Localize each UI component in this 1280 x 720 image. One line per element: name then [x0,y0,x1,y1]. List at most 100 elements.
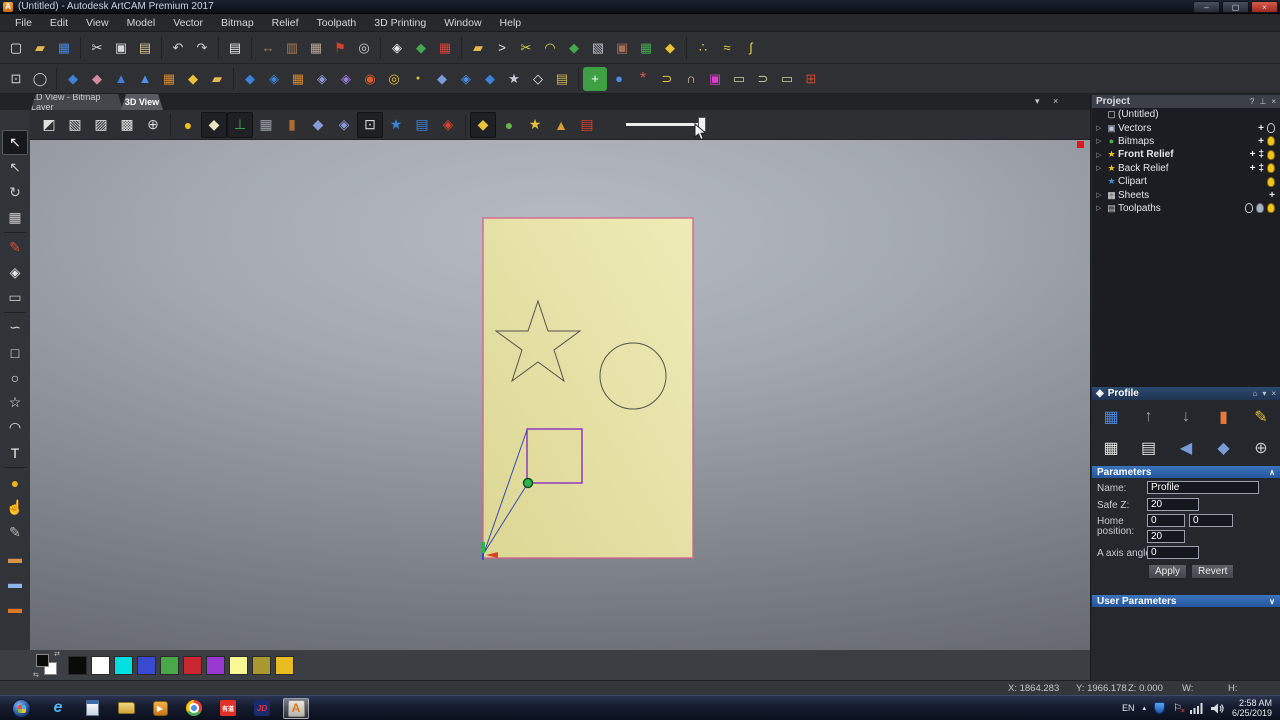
volume-icon[interactable] [1211,703,1224,714]
dot-relief-icon[interactable]: ◉ [358,67,382,91]
star-3d-icon[interactable]: ★ [383,112,409,138]
project-close-icon[interactable]: × [1271,97,1276,106]
expand-arrow-icon[interactable]: ▷ [1096,137,1105,145]
expand-arrow-icon[interactable]: ▷ [1096,191,1105,199]
tree-item-front-relief[interactable]: ▷★Front Relief+‡ [1092,148,1280,161]
youdao-icon[interactable]: 有道 [215,698,241,719]
action-center-flag-icon[interactable]: ⚐ × [1173,703,1182,714]
user-parameters-expand-icon[interactable]: ∨ [1269,597,1275,606]
menu-3d-printing[interactable]: 3D Printing [365,14,435,32]
chrome-icon[interactable] [181,698,207,719]
machine-icon[interactable]: ◆ [1210,435,1238,461]
undo-icon[interactable]: ↶ [166,36,190,60]
combine-vectors-icon[interactable]: ▭ [727,67,751,91]
network-icon[interactable] [1190,703,1203,714]
origin-y-marker[interactable] [482,553,484,560]
weave-icon[interactable]: ▦ [157,67,181,91]
redo-icon[interactable]: ↷ [190,36,214,60]
menu-bitmap[interactable]: Bitmap [212,14,263,32]
lamp-icon[interactable]: ⚑ [328,36,352,60]
transform-tool[interactable]: ↻ [2,180,28,205]
palette-swatch-2[interactable] [114,656,133,675]
profile-collapse-icon[interactable]: ▾ [1262,389,1266,398]
rotate-view-icon[interactable]: ◯ [28,67,52,91]
fold-relief-icon[interactable]: ◈ [454,67,478,91]
text-tool[interactable]: T [2,440,28,465]
save-icon[interactable]: ▦ [52,36,76,60]
measure-tool[interactable]: ▭ [2,285,28,310]
layers-3d-icon[interactable]: ▤ [409,112,435,138]
palette-swatch-0[interactable] [68,656,87,675]
palette-swatch-7[interactable] [229,656,248,675]
rectangle-tool[interactable]: □ [2,340,28,365]
star-search-icon[interactable]: ★ [522,112,548,138]
sculpt-drop-tool[interactable]: ● [2,470,28,495]
select-tool[interactable]: ↖ [2,130,28,155]
paste-icon[interactable]: ▤ [133,36,157,60]
jd-icon[interactable]: JD [249,698,275,719]
add-pair-icon[interactable]: ‡ [1258,163,1264,174]
tray-expand-icon[interactable]: ▴ [1142,704,1146,712]
cylinder-icon[interactable]: ▮ [279,112,305,138]
roller-tool[interactable]: ▬ [2,595,28,620]
palette-swatch-8[interactable] [252,656,271,675]
media-player-icon[interactable]: ▶ [147,698,173,719]
bulb-yellow-icon[interactable] [1267,136,1275,146]
copy-view-icon[interactable]: ⊡ [357,112,383,138]
add-item-icon[interactable]: + [1258,123,1264,134]
block-copy-icon[interactable]: ▦ [634,36,658,60]
color-swatch-icon[interactable]: ▦ [433,36,457,60]
tree-item-vectors[interactable]: ▷▣Vectors+ [1092,121,1280,134]
rotary-icon[interactable]: ◈ [331,112,357,138]
mirror-relief-icon[interactable]: ▥ [280,36,304,60]
ie-icon[interactable]: e [45,698,71,719]
dotted-wave-icon[interactable]: ≈ [715,36,739,60]
save-profile-icon[interactable]: ▦ [1097,404,1125,430]
texture-icon[interactable]: ▦ [286,67,310,91]
clip-shapes-icon[interactable]: ● [496,112,522,138]
tab-3d-view[interactable]: 3D View [121,94,163,110]
star-tool[interactable]: ☆ [2,390,28,415]
arrow-vector-icon[interactable]: > [490,36,514,60]
origin-z-marker[interactable] [481,542,485,553]
smooth-relief-icon[interactable]: ◆ [61,67,85,91]
bulb-yellow-icon[interactable] [1267,163,1275,173]
material-sheet[interactable] [483,218,693,558]
smudge-tool[interactable]: ☝ [2,495,28,520]
frame-icon[interactable]: ▣ [610,36,634,60]
node-point[interactable] [524,479,533,488]
artcam-icon[interactable]: A [283,698,309,719]
palette-swatch-6[interactable] [206,656,225,675]
puzzle-icon[interactable]: ▦ [253,112,279,138]
name-field[interactable] [1147,481,1259,494]
view-front-icon[interactable]: ▧ [62,112,88,138]
language-indicator[interactable]: EN [1122,703,1135,713]
snip-vector-icon[interactable]: ✂ [514,36,538,60]
expand-arrow-icon[interactable]: ▷ [1096,151,1105,159]
bulb-outline-icon[interactable] [1267,123,1275,133]
revert-button[interactable]: Revert [1191,564,1234,579]
hatch-star-icon[interactable]: * [631,67,655,91]
add-item-icon[interactable]: + [1250,149,1256,160]
add-item-icon[interactable]: + [1258,136,1264,147]
tab-collapse-icon[interactable]: ▾ [1035,96,1040,107]
fg-bg-color-selector[interactable]: ⇄ ⇆ [36,654,58,676]
round-rect-icon[interactable]: ▭ [775,67,799,91]
vector-book-icon[interactable]: ▧ [586,36,610,60]
star-ball-icon[interactable]: ★ [502,67,526,91]
home-x-field[interactable] [1147,514,1185,527]
safez-field[interactable] [1147,498,1199,511]
view-close-indicator[interactable] [1077,141,1084,148]
notes-profile-icon[interactable]: ▤ [1135,435,1163,461]
dome-layer-icon[interactable]: ◆ [181,67,205,91]
iso-view-icon[interactable]: ◩ [36,112,62,138]
draw-plane-icon[interactable]: ◆ [201,112,227,138]
user-parameters-header[interactable]: User Parameters ∨ [1092,595,1280,607]
home-z-field[interactable] [1147,530,1185,543]
minimize-button[interactable]: – [1193,1,1220,13]
trim-vectors-icon[interactable]: ⊃ [751,67,775,91]
wrap-relief-icon[interactable]: ◆ [430,67,454,91]
tree-item-bitmaps[interactable]: ▷●Bitmaps+ [1092,135,1280,148]
blue-jug-icon[interactable]: ● [607,67,631,91]
palette-swatch-9[interactable] [275,656,294,675]
